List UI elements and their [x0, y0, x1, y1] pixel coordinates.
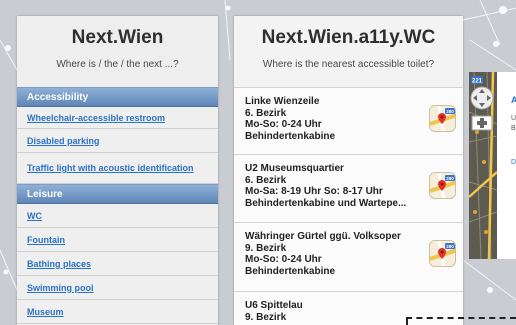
category-panel: Next.Wien Where is / the / the next ...?… — [17, 16, 218, 325]
map-pin-icon: 280 — [430, 241, 455, 266]
maps-app-icon[interactable]: 280 — [429, 240, 456, 267]
maps-app-icon[interactable]: 280 — [429, 172, 456, 199]
location-district: 6. Bezirk — [245, 174, 287, 186]
location-district: 9. Bezirk — [245, 311, 287, 323]
link-swimming-pool[interactable]: Swimming pool — [27, 283, 94, 293]
selection-marquee — [406, 317, 516, 325]
location-hours: Mo-Sa: 8-19 Uhr So: 8-17 Uhr — [245, 186, 383, 197]
location-item[interactable]: U2 Museumsquartier 6. Bezirk Mo-Sa: 8-19… — [234, 154, 463, 222]
maps-app-icon[interactable]: 280 — [429, 105, 456, 132]
location-name: Linke Wienzeile — [245, 96, 320, 107]
results-subtitle: Where is the nearest accessible toilet? — [262, 59, 435, 70]
link-disabled-parking[interactable]: Disabled parking — [27, 136, 100, 146]
link-bathing-places[interactable]: Bathing places — [27, 259, 91, 269]
app-title: Next.Wien — [71, 27, 164, 48]
location-type: Behindertenkabine — [245, 130, 336, 142]
location-type: Behindertenkabine und Wartepe... — [245, 197, 407, 209]
map-pin-icon: 280 — [430, 106, 455, 131]
map-icon-label: 280 — [446, 176, 454, 181]
location-item[interactable]: Linke Wienzeile 6. Bezirk Mo-So: 0-24 Uh… — [234, 87, 463, 154]
map-pan-control[interactable] — [470, 86, 494, 110]
link-fountain[interactable]: Fountain — [27, 235, 65, 245]
list-item-museum[interactable]: Museum — [17, 300, 218, 324]
results-title: Next.Wien.a11y.WC — [261, 27, 436, 48]
list-item-wc[interactable]: WC — [17, 204, 218, 228]
map-info-letter: A — [511, 95, 516, 105]
location-name: U6 Spittelau — [245, 300, 303, 311]
map-icon-label: 280 — [446, 244, 454, 249]
section-header-leisure: Leisure — [17, 184, 218, 204]
map-side-letter: U — [511, 115, 516, 122]
highway-shield-label: 221 — [472, 79, 483, 85]
location-name: Währinger Gürtel ggü. Volksoper — [245, 231, 401, 242]
location-district: 9. Bezirk — [245, 242, 287, 254]
app-subtitle: Where is / the / the next ...? — [56, 59, 179, 70]
location-item[interactable]: Währinger Gürtel ggü. Volksoper 9. Bezir… — [234, 222, 463, 291]
location-type: Behindertenkabine — [245, 265, 336, 277]
map-panel[interactable]: 221 A U B D — [469, 72, 516, 259]
map-side-letter: D — [511, 159, 516, 166]
map-icon-label: 280 — [446, 109, 454, 114]
location-district: 6. Bezirk — [245, 107, 287, 119]
link-museum[interactable]: Museum — [27, 307, 64, 317]
map-pin-icon: 280 — [430, 173, 455, 198]
section-header-accessibility: Accessibility — [17, 87, 218, 107]
link-traffic-light[interactable]: Traffic light with acoustic identificati… — [27, 163, 194, 173]
list-item-bathing-places[interactable]: Bathing places — [17, 252, 218, 276]
street-map[interactable]: 221 A U B D — [469, 72, 516, 259]
location-name: U2 Museumsquartier — [245, 163, 344, 174]
link-wheelchair-restroom[interactable]: Wheelchair-accessible restroom — [27, 113, 165, 123]
link-wc[interactable]: WC — [27, 211, 42, 221]
list-item-disabled-parking[interactable]: Disabled parking — [17, 129, 218, 153]
map-side-letter: B — [511, 125, 516, 132]
list-item-swimming-pool[interactable]: Swimming pool — [17, 276, 218, 300]
results-panel: Next.Wien.a11y.WC Where is the nearest a… — [234, 16, 463, 325]
list-item-traffic-light[interactable]: Traffic light with acoustic identificati… — [17, 153, 218, 184]
list-item-wheelchair-restroom[interactable]: Wheelchair-accessible restroom — [17, 107, 218, 129]
list-item-fountain[interactable]: Fountain — [17, 228, 218, 252]
location-hours: Mo-So: 0-24 Uhr — [245, 119, 322, 130]
location-hours: Mo-So: 0-24 Uhr — [245, 254, 322, 265]
